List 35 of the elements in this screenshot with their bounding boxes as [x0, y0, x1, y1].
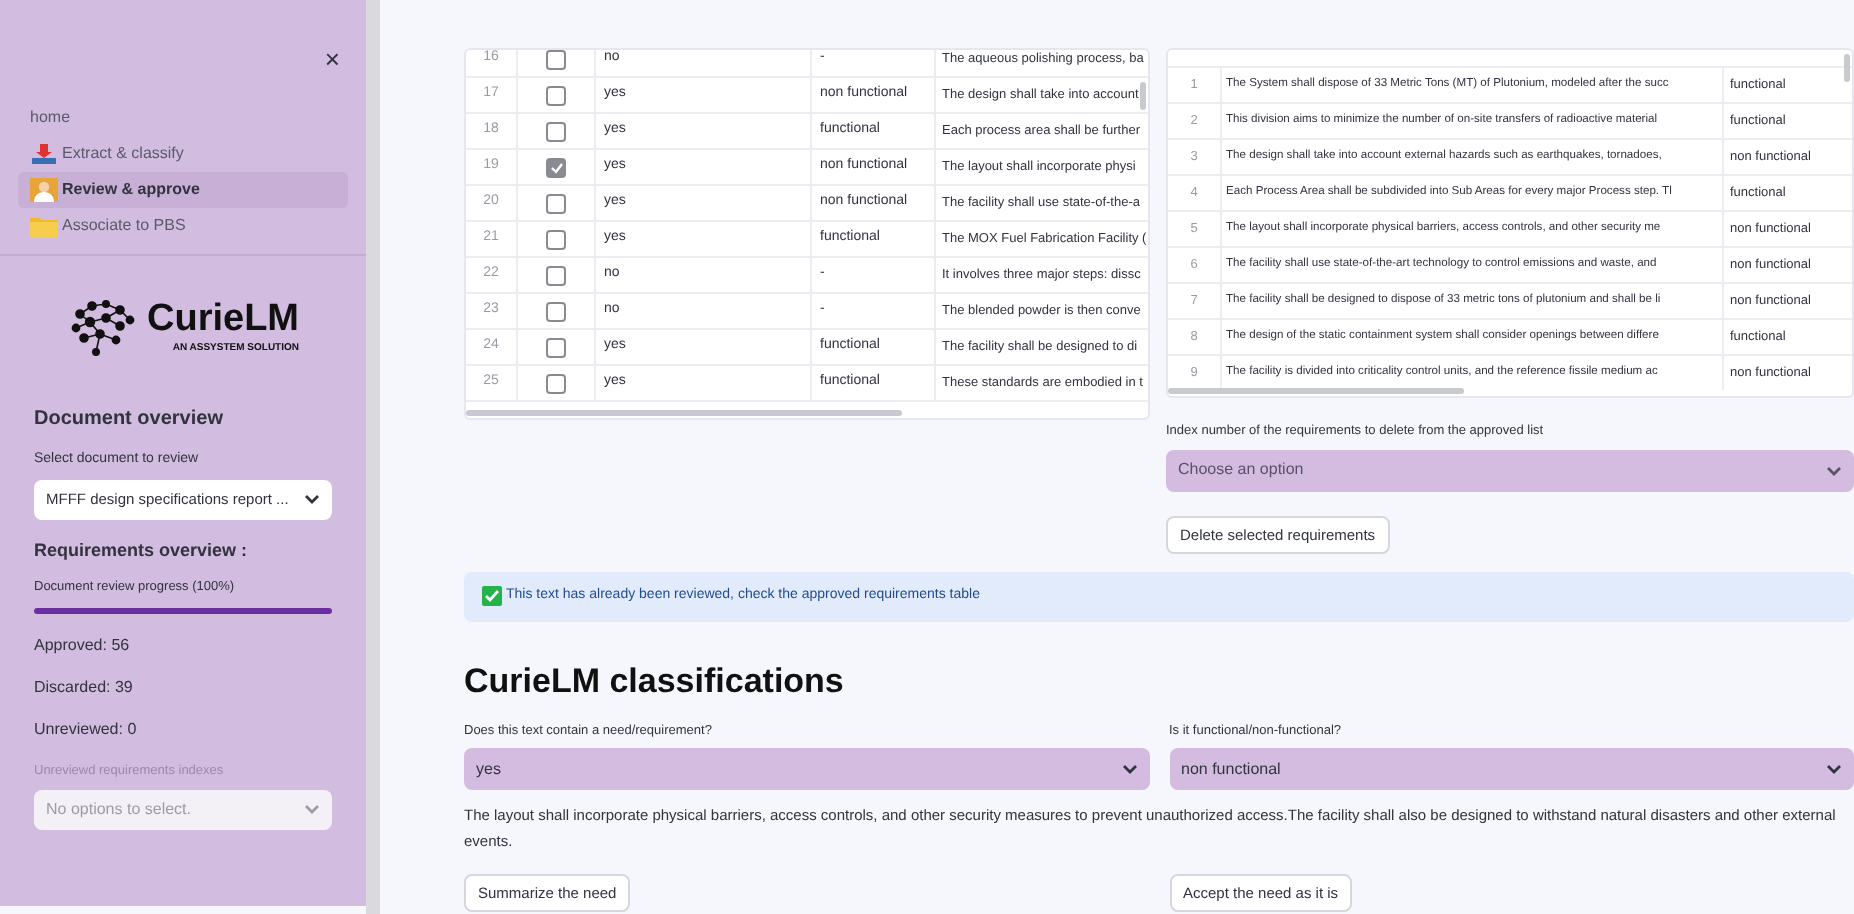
check-icon [482, 586, 502, 607]
stat-text: Unreviewed: 0 [32, 717, 139, 742]
section-heading: Requirements overview : [32, 537, 250, 564]
need-select[interactable]: yes [464, 748, 1149, 790]
checkbox[interactable] [546, 121, 566, 141]
nav-link[interactable]: home [18, 100, 348, 136]
nav-link[interactable]: Extract & classify [18, 136, 348, 172]
stat-text: Discarded: 39 [32, 675, 135, 700]
checkbox[interactable] [546, 229, 566, 249]
checkbox[interactable] [546, 265, 566, 285]
stat-text: Approved: 56 [32, 633, 132, 658]
chevron-down-icon [304, 804, 320, 814]
section-heading: Document overview [32, 406, 225, 434]
nav-link[interactable]: Review & approve [18, 172, 348, 208]
logo-text: CurieLM [147, 299, 299, 338]
option-select[interactable]: Choose an option [1166, 449, 1854, 492]
checkbox[interactable] [546, 301, 566, 321]
folder-icon [30, 215, 58, 237]
chevron-down-icon [1121, 764, 1137, 774]
person-icon [30, 178, 58, 202]
brain-network-icon [67, 298, 139, 358]
checkbox[interactable] [546, 85, 566, 105]
checkbox[interactable] [546, 373, 566, 393]
close-button[interactable]: × [324, 16, 340, 100]
chevron-down-icon [304, 494, 320, 504]
chevron-down-icon [1826, 764, 1842, 774]
chevron-down-icon [1826, 465, 1842, 476]
nav-link[interactable]: Associate to PBS [18, 208, 348, 244]
type-select[interactable]: non functional [1169, 748, 1854, 790]
checkbox[interactable] [546, 157, 566, 177]
checkbox[interactable] [546, 193, 566, 213]
checkbox[interactable] [546, 50, 566, 69]
section-title: CurieLM classifications [464, 659, 846, 704]
tray-download-icon [30, 143, 58, 165]
checkbox[interactable] [546, 337, 566, 357]
